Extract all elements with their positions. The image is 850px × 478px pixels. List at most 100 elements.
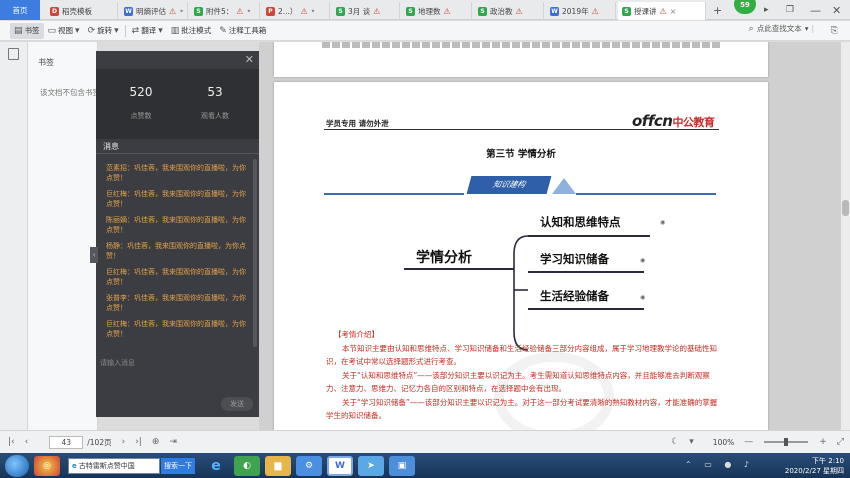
wps-writer-icon[interactable]: W xyxy=(327,455,353,476)
chevron-down-icon: ▾ xyxy=(804,24,809,33)
close-icon[interactable]: • xyxy=(246,7,251,16)
bookmark-panel-title: 书签 xyxy=(38,58,54,67)
close-window-button[interactable]: ✕ xyxy=(832,1,841,19)
close-icon[interactable]: × xyxy=(670,7,677,16)
page-cut-text xyxy=(322,42,722,48)
tab-doc-4[interactable]: P 2...） ⚠ • xyxy=(262,2,330,20)
bookmark-panel: 书签 该文档不包含书签 xyxy=(28,42,100,430)
zoom-slider-knob[interactable] xyxy=(784,438,789,446)
app-settings-icon[interactable]: ⚙ xyxy=(296,455,322,476)
tray-icons[interactable]: ⌃ ▭ ● ♪ xyxy=(685,460,754,469)
skin-icon[interactable]: ▸ xyxy=(764,1,769,19)
mindmap-root-underline xyxy=(404,268,514,270)
restore-icon[interactable]: ❐ xyxy=(786,1,794,19)
export-icon[interactable]: ⎘ xyxy=(827,23,842,39)
start-button[interactable] xyxy=(5,454,29,477)
collapse-panel-button[interactable]: ‹ xyxy=(90,247,98,263)
new-tab-button[interactable]: + xyxy=(713,1,722,19)
list-item: 范素招：巩佳蓉，我来围观你的直播啦，为你点赞！ xyxy=(106,164,246,182)
current-page: 学员专用 请勿外泄 offcn中公教育 第三节 学情分析 知识建构 学情分析 认… xyxy=(274,82,768,430)
windows-taskbar: ◎ e 古特雷斯点赞中国 搜索一下 e ◐ ▆ ⚙ W ➤ ▣ ⌃ ▭ ● ♪ … xyxy=(0,453,850,478)
list-item: 巨红梅：巩佳蓉，我来围观你的直播啦，为你点赞！ xyxy=(106,268,246,286)
media-app-icon[interactable]: ▣ xyxy=(389,455,415,476)
ie-icon: e xyxy=(72,461,77,470)
bookmark-empty-note: 该文档不包含书签 xyxy=(40,88,100,97)
tab-doc-active[interactable]: S 授课讲 ⚠ × xyxy=(618,2,706,20)
export-page-icon[interactable]: ⇥ xyxy=(169,437,177,447)
warning-icon: ⚠ xyxy=(236,6,244,16)
banner-triangle-icon xyxy=(552,178,576,194)
vertical-scrollbar[interactable] xyxy=(841,42,850,430)
tab-docer[interactable]: D 稻壳模板 xyxy=(46,2,118,20)
zoom-level: 100% xyxy=(712,437,735,447)
mindmap-node-2: 学习知识储备 xyxy=(540,252,609,266)
fullscreen-icon[interactable]: ⤢ xyxy=(837,437,844,447)
annotate-tools-button[interactable]: ✎ 注释工具箱 xyxy=(215,23,270,39)
bookmark-toggle-button[interactable]: ▤ 书签 xyxy=(10,22,44,39)
chevron-down-icon[interactable]: ▾ xyxy=(689,437,694,447)
message-list: 范素招：巩佳蓉，我来围观你的直播啦，为你点赞！ 巨红梅：巩佳蓉，我来围观你的直播… xyxy=(106,163,252,345)
eye-protect-icon[interactable]: ☾ xyxy=(671,437,679,447)
find-text-button[interactable]: ⌕ 点此查找文本 ▾ | xyxy=(749,23,814,34)
add-page-icon[interactable]: ⊕ xyxy=(152,437,160,447)
annotate-icon: ▥ xyxy=(170,25,180,36)
pen-icon: ✎ xyxy=(219,25,227,36)
previous-page xyxy=(274,42,768,77)
exam-intro: 【考情介绍】 本节知识主要由认知和思维特点、学习知识储备和生活经验储备三部分内容… xyxy=(326,328,718,423)
sheet-doc-icon: S xyxy=(406,6,415,16)
bookmark-icon: ▤ xyxy=(14,25,23,36)
rotate-menu-button[interactable]: ⟳ 旋转 ▾ xyxy=(84,23,123,39)
view-menu-button[interactable]: ▭ 视图 ▾ xyxy=(44,23,84,39)
app-green-icon[interactable]: ◐ xyxy=(234,455,260,476)
browser-search-button[interactable]: 搜索一下 xyxy=(161,457,195,474)
page-number-input[interactable]: 43 xyxy=(49,435,84,449)
knowledge-banner: 知识建构 xyxy=(464,176,576,194)
next-page-button[interactable]: › xyxy=(122,437,126,447)
tab-doc-7[interactable]: S 政治教 ⚠ xyxy=(474,2,544,20)
tab-doc-6[interactable]: S 地理数 ⚠ xyxy=(402,2,472,20)
minimize-button[interactable]: — xyxy=(810,1,821,19)
close-icon[interactable]: • xyxy=(311,7,316,16)
ie-taskbar-icon[interactable]: e xyxy=(203,456,229,476)
thumbnail-icon[interactable] xyxy=(8,48,19,60)
messages-title: 消息 xyxy=(103,142,119,151)
tab-doc-3[interactable]: S 附件5： ⚠ • xyxy=(190,2,260,20)
sheet-doc-icon: S xyxy=(336,6,345,16)
warning-icon: ⚠ xyxy=(659,6,667,16)
search-icon: ⌕ xyxy=(748,23,754,34)
divider: | xyxy=(811,24,814,33)
chevron-down-icon: ▾ xyxy=(114,25,119,36)
arrow-app-icon[interactable]: ➤ xyxy=(358,455,384,476)
first-page-button[interactable]: |‹ xyxy=(8,437,15,447)
warning-icon: ⚠ xyxy=(300,6,308,16)
folder-icon[interactable]: ▆ xyxy=(265,455,291,476)
warning-icon: ⚠ xyxy=(591,6,599,16)
close-panel-button[interactable]: ✕ xyxy=(245,53,254,66)
tab-doc-8[interactable]: W 2019年 ⚠ xyxy=(546,2,616,20)
bullet-icon: ◉ xyxy=(640,294,646,301)
live-stats: 520 点赞数 53 观看人数 xyxy=(96,69,259,139)
send-button[interactable]: 发送 xyxy=(221,397,253,411)
tab-home[interactable]: 首页 xyxy=(0,0,40,20)
zoom-out-button[interactable]: — xyxy=(744,437,753,447)
notification-badge[interactable]: 59 xyxy=(734,0,756,14)
document-viewport[interactable]: 学员专用 请勿外泄 offcn中公教育 第三节 学情分析 知识建构 学情分析 认… xyxy=(259,42,841,430)
tab-doc-5[interactable]: S 3月 谈 ⚠ xyxy=(332,2,400,20)
annotate-mode-button[interactable]: ▥ 批注模式 xyxy=(167,23,216,39)
translate-menu-button[interactable]: ⇄ 翻译 ▾ xyxy=(128,23,167,39)
header-rule xyxy=(324,129,719,130)
word-doc-icon: W xyxy=(124,6,133,16)
browser-search-box[interactable]: e 古特雷斯点赞中国 xyxy=(68,457,160,474)
prev-page-button[interactable]: ‹ xyxy=(25,437,29,447)
zoom-in-button[interactable]: + xyxy=(819,437,827,447)
system-clock[interactable]: 下午 2:10 2020/2/27 星期四 xyxy=(785,456,844,476)
message-input[interactable]: 请输入消息 xyxy=(100,358,135,368)
section-title: 第三节 学情分析 xyxy=(486,149,556,160)
last-page-button[interactable]: ›| xyxy=(135,437,142,447)
browser-360-icon[interactable]: ◎ xyxy=(34,455,60,476)
message-scrollbar[interactable] xyxy=(253,159,257,347)
tab-doc-2[interactable]: W 明熵评估 ⚠ • xyxy=(120,2,188,20)
scroll-thumb[interactable] xyxy=(842,200,849,216)
zoom-slider[interactable] xyxy=(764,438,809,446)
close-icon[interactable]: • xyxy=(179,7,184,16)
